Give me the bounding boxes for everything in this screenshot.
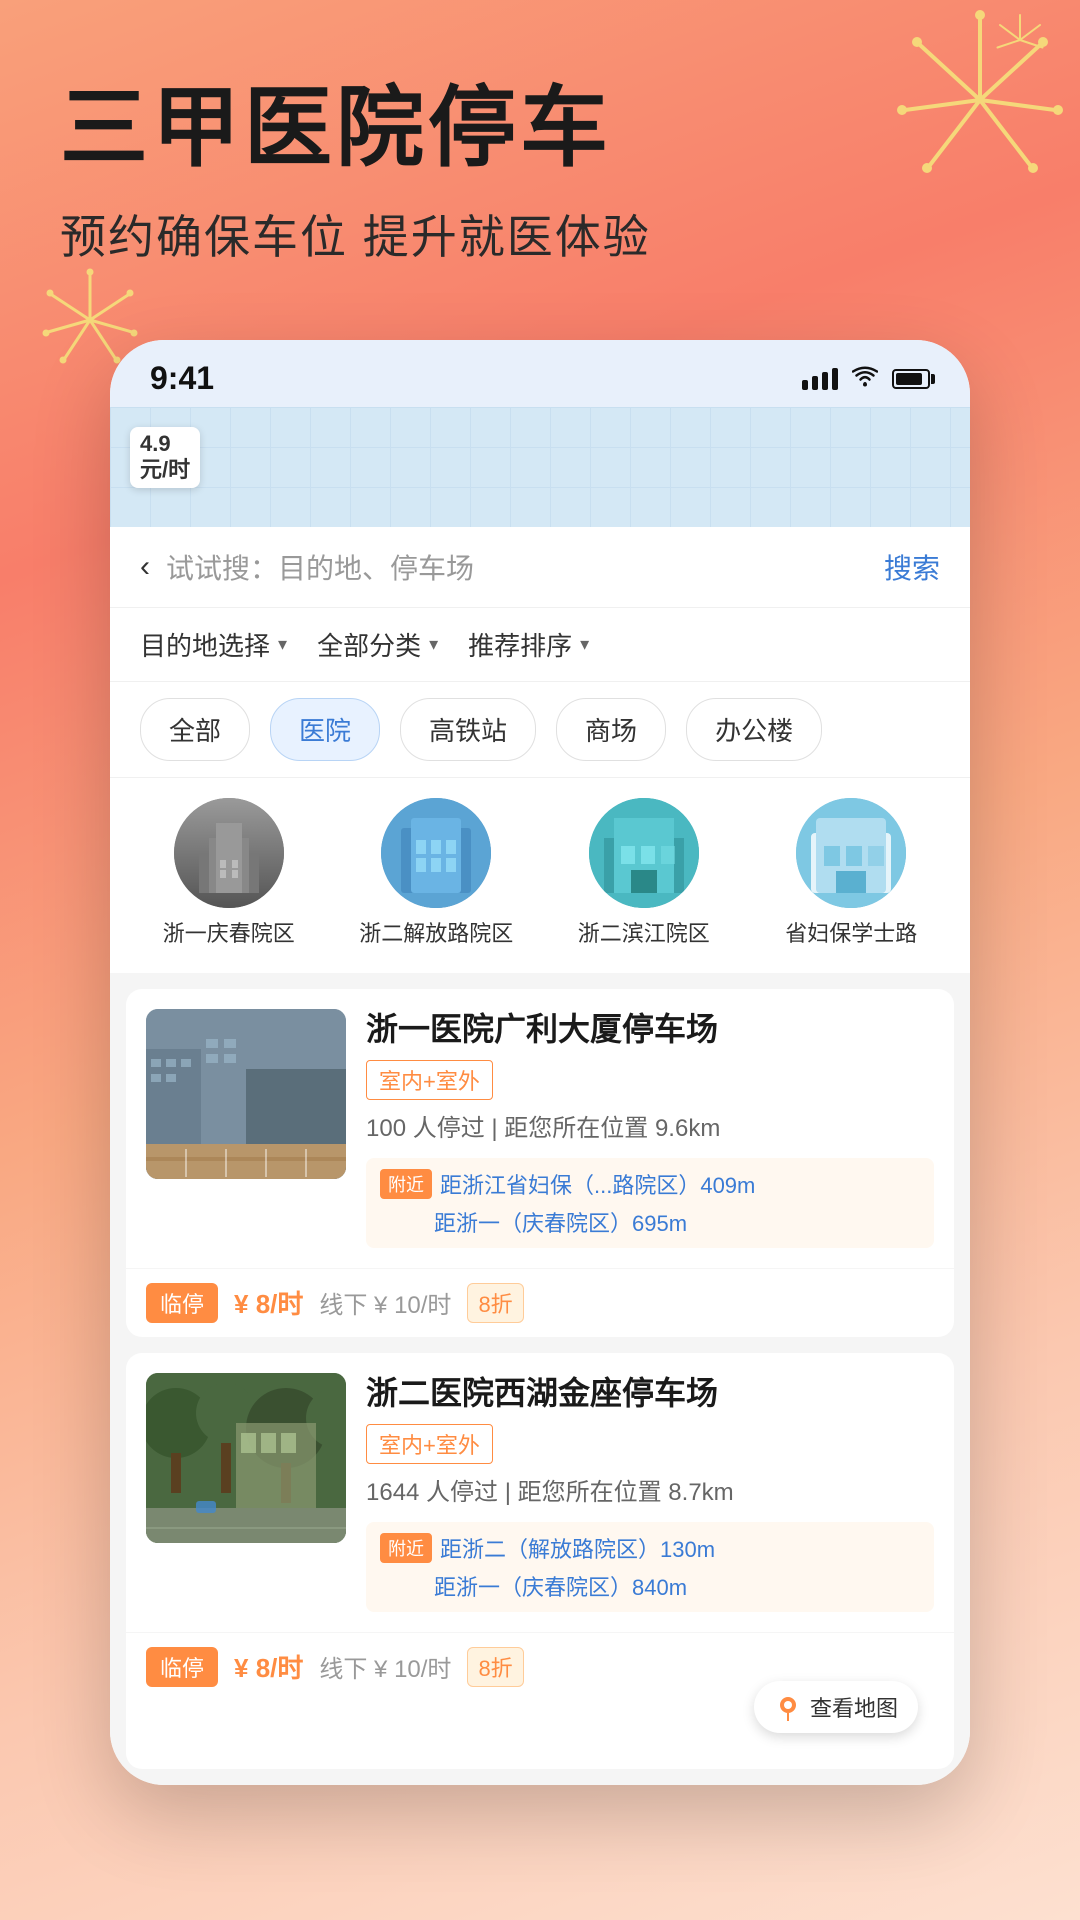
parking-price-row-1: 临停 ¥ 8/时 线下 ¥ 10/时 8折 <box>126 1268 954 1337</box>
status-icons <box>802 365 930 393</box>
hospital-list: 浙一庆春院区 浙二解放路院 <box>110 778 970 973</box>
hospital-avatar-1 <box>174 798 284 908</box>
discount-badge-1: 8折 <box>467 1283 523 1323</box>
discount-badge-2: 8折 <box>467 1647 523 1687</box>
status-time: 9:41 <box>150 360 214 397</box>
price-tag-1: 临停 <box>146 1283 218 1323</box>
nearby-badge-1: 附近 <box>380 1169 432 1199</box>
wifi-icon <box>852 365 878 393</box>
parking-card-2[interactable]: 浙二医院西湖金座停车场 室内+室外 1644 人停过 | 距您所在位置 8.7k… <box>126 1353 954 1769</box>
hospital-name-1: 浙一庆春院区 <box>163 920 295 949</box>
filter-destination[interactable]: 目的地选择 ▾ <box>140 626 287 663</box>
map-price-badge: 4.9 元/时 <box>130 427 200 488</box>
hero-title: 三甲医院停车 <box>60 80 1020 177</box>
parking-image-2 <box>146 1373 346 1543</box>
status-bar: 9:41 <box>110 340 970 407</box>
search-bar: ‹ 试试搜：目的地、停车场 搜索 <box>110 527 970 608</box>
parking-type-2: 室内+室外 <box>366 1424 493 1464</box>
parking-stats-2: 1644 人停过 | 距您所在位置 8.7km <box>366 1476 934 1510</box>
hospital-avatar-3 <box>589 798 699 908</box>
parking-type-1: 室内+室外 <box>366 1060 493 1100</box>
map-area: 4.9 元/时 <box>110 407 970 527</box>
filter-sort[interactable]: 推荐排序 ▾ <box>468 626 589 663</box>
tab-railway[interactable]: 高铁站 <box>400 698 536 761</box>
search-button[interactable]: 搜索 <box>884 547 940 587</box>
back-button[interactable]: ‹ <box>140 550 150 584</box>
chevron-down-icon: ▾ <box>580 634 589 655</box>
battery-icon <box>892 369 930 389</box>
hospital-name-4: 省妇保学士路 <box>785 920 917 949</box>
tab-all[interactable]: 全部 <box>140 698 250 761</box>
filter-bar: 目的地选择 ▾ 全部分类 ▾ 推荐排序 ▾ <box>110 608 970 682</box>
parking-card-1[interactable]: 浙一医院广利大厦停车场 室内+室外 100 人停过 | 距您所在位置 9.6km… <box>126 989 954 1337</box>
parking-image-1 <box>146 1009 346 1179</box>
hospital-item-4[interactable]: 省妇保学士路 <box>763 798 941 949</box>
map-pin-icon <box>774 1693 802 1721</box>
chevron-down-icon: ▾ <box>429 634 438 655</box>
nearby-distance-2-1: 距浙二（解放路院区）130m <box>440 1532 715 1564</box>
nearby-info-1: 附近 距浙江省妇保（...路院区）409m 距浙一（庆春院区）695m <box>366 1158 934 1248</box>
parking-name-2: 浙二医院西湖金座停车场 <box>366 1373 934 1415</box>
hospital-name-2: 浙二解放路院区 <box>359 920 513 949</box>
nearby-distance-1-2: 距浙一（庆春院区）695m <box>434 1206 687 1238</box>
price-original-2: 线下 ¥ 10/时 <box>319 1649 451 1684</box>
map-view-button[interactable]: 查看地图 <box>754 1681 918 1733</box>
nearby-distance-2-2: 距浙一（庆春院区）840m <box>434 1570 687 1602</box>
price-tag-2: 临停 <box>146 1647 218 1687</box>
price-main-2: ¥ 8/时 <box>234 1648 303 1685</box>
tab-hospital[interactable]: 医院 <box>270 698 380 761</box>
search-input[interactable]: 试试搜：目的地、停车场 <box>166 547 868 587</box>
nearby-distance-1-1: 距浙江省妇保（...路院区）409m <box>440 1168 755 1200</box>
hospital-item-3[interactable]: 浙二滨江院区 <box>555 798 733 949</box>
hospital-item-2[interactable]: 浙二解放路院区 <box>348 798 526 949</box>
parking-list: 浙一医院广利大厦停车场 室内+室外 100 人停过 | 距您所在位置 9.6km… <box>110 973 970 1785</box>
hero-subtitle: 预约确保车位 提升就医体验 <box>60 201 1020 267</box>
price-main-1: ¥ 8/时 <box>234 1284 303 1321</box>
hero-section: 三甲医院停车 预约确保车位 提升就医体验 <box>0 0 1080 307</box>
nearby-badge-2: 附近 <box>380 1533 432 1563</box>
hospital-avatar-2 <box>381 798 491 908</box>
signal-icon <box>802 368 838 390</box>
tab-office[interactable]: 办公楼 <box>686 698 822 761</box>
hospital-item-1[interactable]: 浙一庆春院区 <box>140 798 318 949</box>
filter-category[interactable]: 全部分类 ▾ <box>317 626 438 663</box>
hospital-name-3: 浙二滨江院区 <box>578 920 710 949</box>
parking-stats-1: 100 人停过 | 距您所在位置 9.6km <box>366 1112 934 1146</box>
category-tabs: 全部 医院 高铁站 商场 办公楼 <box>110 682 970 778</box>
chevron-down-icon: ▾ <box>278 634 287 655</box>
price-original-1: 线下 ¥ 10/时 <box>319 1285 451 1320</box>
nearby-info-2: 附近 距浙二（解放路院区）130m 距浙一（庆春院区）840m <box>366 1522 934 1612</box>
hospital-avatar-4 <box>796 798 906 908</box>
tab-mall[interactable]: 商场 <box>556 698 666 761</box>
parking-name-1: 浙一医院广利大厦停车场 <box>366 1009 934 1051</box>
phone-frame: 9:41 <box>110 340 970 1785</box>
